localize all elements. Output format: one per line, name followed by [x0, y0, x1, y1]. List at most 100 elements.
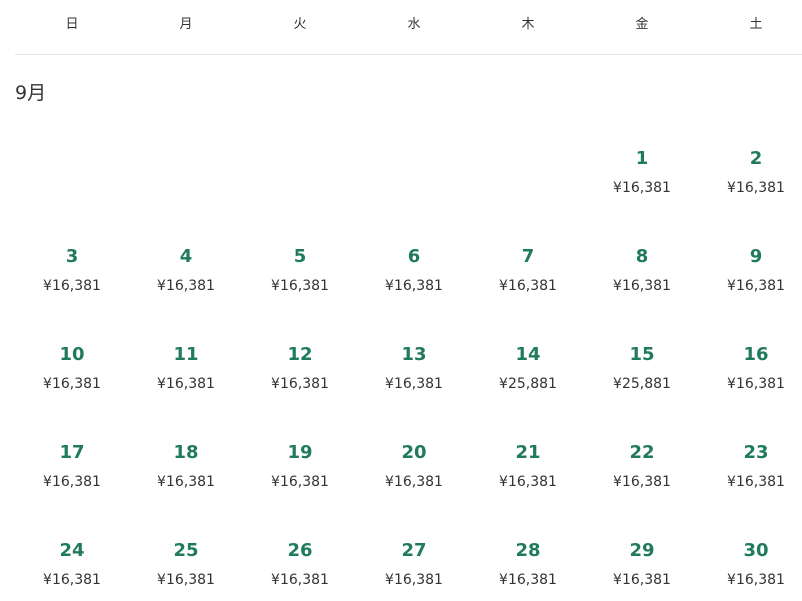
- day-number: 28: [515, 540, 541, 561]
- day-price: ¥16,381: [727, 572, 785, 588]
- day-cell-17[interactable]: 17 ¥16,381: [15, 434, 129, 532]
- day-cell-4[interactable]: 4 ¥16,381: [129, 238, 243, 336]
- day-cell-6[interactable]: 6 ¥16,381: [357, 238, 471, 336]
- day-price: ¥16,381: [499, 572, 557, 588]
- day-cell-7[interactable]: 7 ¥16,381: [471, 238, 585, 336]
- day-price: ¥16,381: [385, 376, 443, 392]
- day-cell-30[interactable]: 30 ¥16,381: [699, 532, 802, 601]
- day-price: ¥16,381: [43, 278, 101, 294]
- day-cell-5[interactable]: 5 ¥16,381: [243, 238, 357, 336]
- day-number: 19: [287, 442, 313, 463]
- day-price: ¥16,381: [499, 278, 557, 294]
- day-price: ¥16,381: [43, 474, 101, 490]
- day-cell-29[interactable]: 29 ¥16,381: [585, 532, 699, 601]
- day-number: 29: [629, 540, 655, 561]
- day-price: ¥16,381: [271, 278, 329, 294]
- day-price: ¥16,381: [157, 474, 215, 490]
- weekday-tue: 火: [293, 17, 307, 32]
- day-number: 6: [407, 246, 421, 267]
- day-cell-1[interactable]: 1 ¥16,381: [585, 140, 699, 238]
- day-number: 22: [629, 442, 655, 463]
- day-price: ¥25,881: [613, 376, 671, 392]
- day-number: 7: [521, 246, 535, 267]
- day-number: 12: [287, 344, 313, 365]
- day-cell-18[interactable]: 18 ¥16,381: [129, 434, 243, 532]
- day-number: 17: [59, 442, 85, 463]
- day-cell-8[interactable]: 8 ¥16,381: [585, 238, 699, 336]
- day-price: ¥16,381: [271, 474, 329, 490]
- day-price: ¥16,381: [385, 572, 443, 588]
- day-grid: 1 ¥16,381 2 ¥16,381 3 ¥16,381 4 ¥16,381 5 ¥16,381…: [15, 140, 802, 601]
- empty-day-cell: [471, 140, 585, 238]
- day-price: ¥16,381: [157, 376, 215, 392]
- day-cell-3[interactable]: 3 ¥16,381: [15, 238, 129, 336]
- day-price: ¥16,381: [613, 572, 671, 588]
- day-cell-28[interactable]: 28 ¥16,381: [471, 532, 585, 601]
- day-number: 2: [749, 148, 763, 169]
- day-price: ¥16,381: [157, 572, 215, 588]
- day-cell-14[interactable]: 14 ¥25,881: [471, 336, 585, 434]
- weekday-wed: 水: [407, 17, 421, 32]
- day-number: 20: [401, 442, 427, 463]
- day-price: ¥25,881: [499, 376, 557, 392]
- weekday-fri: 金: [635, 17, 649, 32]
- day-number: 27: [401, 540, 427, 561]
- day-number: 11: [173, 344, 199, 365]
- day-cell-11[interactable]: 11 ¥16,381: [129, 336, 243, 434]
- day-number: 21: [515, 442, 541, 463]
- day-cell-22[interactable]: 22 ¥16,381: [585, 434, 699, 532]
- day-cell-10[interactable]: 10 ¥16,381: [15, 336, 129, 434]
- empty-day-cell: [15, 140, 129, 238]
- day-price: ¥16,381: [157, 278, 215, 294]
- day-number: 26: [287, 540, 313, 561]
- day-number: 9: [749, 246, 763, 267]
- day-price: ¥16,381: [727, 278, 785, 294]
- day-price: ¥16,381: [613, 180, 671, 196]
- day-cell-24[interactable]: 24 ¥16,381: [15, 532, 129, 601]
- empty-day-cell: [243, 140, 357, 238]
- day-cell-2[interactable]: 2 ¥16,381: [699, 140, 802, 238]
- day-price: ¥16,381: [613, 474, 671, 490]
- day-cell-19[interactable]: 19 ¥16,381: [243, 434, 357, 532]
- day-number: 15: [629, 344, 655, 365]
- day-price: ¥16,381: [43, 376, 101, 392]
- day-cell-9[interactable]: 9 ¥16,381: [699, 238, 802, 336]
- day-number: 10: [59, 344, 85, 365]
- weekday-sun: 日: [65, 17, 79, 32]
- day-cell-12[interactable]: 12 ¥16,381: [243, 336, 357, 434]
- day-price: ¥16,381: [727, 376, 785, 392]
- day-cell-15[interactable]: 15 ¥25,881: [585, 336, 699, 434]
- day-number: 5: [293, 246, 307, 267]
- day-number: 3: [65, 246, 79, 267]
- month-title: 9月: [15, 82, 47, 104]
- weekday-header: 日 月 火 水 木 金 土: [15, 0, 802, 55]
- day-number: 13: [401, 344, 427, 365]
- day-cell-23[interactable]: 23 ¥16,381: [699, 434, 802, 532]
- day-cell-13[interactable]: 13 ¥16,381: [357, 336, 471, 434]
- day-number: 30: [743, 540, 769, 561]
- day-number: 8: [635, 246, 649, 267]
- day-price: ¥16,381: [727, 180, 785, 196]
- day-number: 16: [743, 344, 769, 365]
- day-number: 1: [635, 148, 649, 169]
- day-price: ¥16,381: [385, 474, 443, 490]
- day-price: ¥16,381: [271, 572, 329, 588]
- day-cell-21[interactable]: 21 ¥16,381: [471, 434, 585, 532]
- day-number: 18: [173, 442, 199, 463]
- day-cell-26[interactable]: 26 ¥16,381: [243, 532, 357, 601]
- day-price: ¥16,381: [385, 278, 443, 294]
- day-cell-16[interactable]: 16 ¥16,381: [699, 336, 802, 434]
- day-number: 4: [179, 246, 193, 267]
- day-number: 25: [173, 540, 199, 561]
- weekday-thu: 木: [521, 17, 535, 32]
- day-cell-25[interactable]: 25 ¥16,381: [129, 532, 243, 601]
- day-cell-20[interactable]: 20 ¥16,381: [357, 434, 471, 532]
- day-number: 23: [743, 442, 769, 463]
- price-calendar: 日 月 火 水 木 金 土 9月 1 ¥16,381 2 ¥16,381 3 ¥16,38…: [0, 0, 802, 601]
- empty-day-cell: [129, 140, 243, 238]
- day-price: ¥16,381: [271, 376, 329, 392]
- day-number: 14: [515, 344, 541, 365]
- day-price: ¥16,381: [613, 278, 671, 294]
- empty-day-cell: [357, 140, 471, 238]
- day-cell-27[interactable]: 27 ¥16,381: [357, 532, 471, 601]
